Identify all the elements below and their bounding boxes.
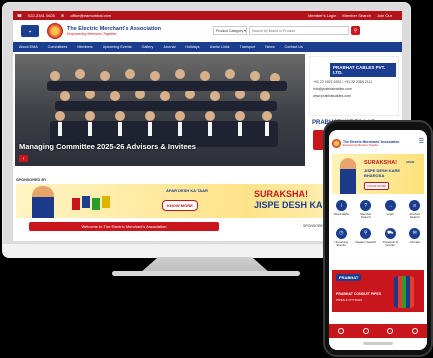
carousel-prev-button[interactable]: ‹ [19,155,28,162]
prabhat-conduit-title: PRABHAT CONDUIT PIPES [336,292,382,296]
hero-caption: Managing Committee 2025-26 Advisors & In… [19,142,196,151]
main-nav: About EMA Committees Members Upcoming Ev… [13,42,402,52]
prabhat-cables-email: info@prabhatcables.com [313,87,352,91]
nav-holidays[interactable]: Holidays [185,45,199,49]
cable-reel-image [394,276,414,308]
apar-brand: APAR DESH KA TAAR [166,188,208,193]
hamburger-menu-icon[interactable]: ☰ [419,138,424,145]
mobile-screen: The Electric Merchants' Association Empo… [329,130,427,350]
member-search-link[interactable]: Member Search [342,13,370,18]
sponsored-label: SPONSORED BY [16,178,47,182]
topbar-email[interactable]: office@eamumbai.com [70,13,111,18]
chevron-left-icon: ‹ [22,155,25,162]
nav-news[interactable]: News [265,45,274,49]
prabhat-cables-phone: +91 22 4022 9292 / +91 22 2389 2111 [313,80,373,84]
search-input[interactable] [249,26,349,35]
mobile-tagline: Empowering Members Together [343,143,379,147]
search-button[interactable]: ⚲ [351,26,360,35]
nav-useful-links[interactable]: Useful Links [210,45,230,49]
search-icon: ⚲ [353,27,358,34]
mobile-slogan-1: SURAKSHA! [364,160,397,166]
member-search-icon: ? [360,200,372,211]
nav-committees[interactable]: Committees [48,45,68,49]
mobile-slogan-3: BHAROSA [364,173,385,178]
mobile-apar-banner[interactable]: SURAKSHA! JISPE DESH KARE BHAROSA KNOW M… [332,154,424,194]
monitor-stand-base [112,271,300,276]
login-icon: → [384,200,396,211]
quick-link-dealers[interactable]: ⚲ Dealers Search [354,227,379,248]
banner-slogan-suraksha: SURAKSHA! [254,189,308,199]
topbar-phone: 022-2341 0625 [27,13,55,18]
prabhat-cables-title: PRABHAT CABLES PVT. LTD. [330,63,396,77]
nav-contact[interactable]: Contact Us [285,45,303,49]
product-search-icon: ≡ [409,200,421,211]
quick-link-member-search[interactable]: ? Member Search [354,200,379,220]
dealers-search-icon: ⚲ [360,227,372,239]
nav-members[interactable]: Members [77,45,92,49]
nav-journal[interactable]: Journal [163,45,175,49]
join-link[interactable]: Join Our [377,13,392,18]
quick-link-product-search[interactable]: ≡ Product Search [403,200,428,220]
ema-logo[interactable] [47,23,63,39]
smartphone-frame: The Electric Merchants' Association Empo… [323,120,433,357]
mobile-quick-links: i About EMA ? Member Search → Login ≡ Pr… [329,200,427,247]
site-tagline: Empowering Members Together [67,32,117,36]
profile-nav-icon[interactable] [411,328,418,334]
know-more-button[interactable]: KNOW MORE [162,200,198,211]
nav-gallery[interactable]: Gallery [142,45,154,49]
circular-icon: ✉ [409,227,421,239]
events-nav-icon[interactable] [387,328,394,334]
nav-events[interactable]: Upcoming Events [103,45,132,49]
search-nav-icon[interactable] [362,328,369,334]
home-icon[interactable] [338,328,345,334]
phone-icon: ☎ [17,13,22,18]
mobile-header: The Electric Merchants' Association Empo… [329,135,427,151]
mobile-know-more-button[interactable]: KNOW MORE [364,182,390,190]
prabhat-cables-web: www.prabhatcables.com [313,94,351,98]
site-header: ✦ The Electric Merchant's Association Em… [13,20,402,42]
quick-link-about[interactable]: i About EMA [329,200,354,220]
members-login-link[interactable]: Member's Login [308,13,336,18]
quick-link-login[interactable]: → Login [378,200,403,220]
top-contact-bar: ☎ 022-2341 0625 ✉ office@eamumbai.com Me… [13,11,402,20]
banner-person-image [32,186,54,218]
mobile-bottom-nav [329,324,427,338]
product-category-select[interactable]: Product Category ▾ [213,26,247,35]
events-icon: ◷ [335,227,347,239]
prabhat-conduit-sub: PIPES & FITTINGS [336,298,363,302]
quick-link-transport[interactable]: ⛟ Transport & Courier [378,227,403,248]
years-badge-icon: ✦ [21,25,39,37]
nav-about[interactable]: About EMA [19,45,38,49]
prabhat-logo: PRABHAT [336,274,362,281]
truck-icon: ⛟ [384,227,396,239]
quick-link-events[interactable]: ◷ Upcoming Events [329,227,354,248]
mobile-banner-person [340,158,356,194]
prabhat-cables-ad[interactable]: PRABHAT CABLES PVT. LTD. +91 22 4022 929… [309,56,399,116]
group-photo [47,69,287,147]
home-indicator [363,342,393,345]
nav-transport[interactable]: Transport [240,45,256,49]
mobile-prabhat-ad[interactable]: PRABHAT PRABHAT CONDUIT PIPES PIPES & FI… [332,270,424,312]
mobile-ema-logo[interactable] [332,138,341,148]
info-icon: i [335,200,347,211]
hero-carousel[interactable]: Managing Committee 2025-26 Advisors & In… [15,54,305,166]
mail-icon: ✉ [60,13,65,18]
mobile-apar-brand: APAR [406,160,415,164]
quick-link-circular[interactable]: ✉ Circular [403,227,428,248]
welcome-banner: Welcome to The Electric Merchant's Assoc… [29,222,219,231]
